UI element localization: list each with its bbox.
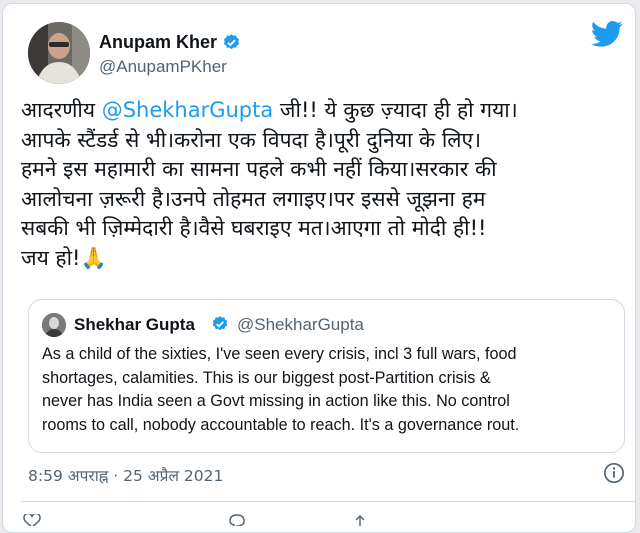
quoted-line: never has India seen a Govt missing in a… [42, 392, 510, 410]
tweet-line: जय हो!🙏 [21, 245, 107, 270]
tweet-timestamp[interactable]: 8:59 अपराह्न · 25 अप्रैल 2021 [28, 464, 223, 486]
tweet-body: आदरणीय @ShekharGupta जी!! ये कुछ ज़्यादा… [21, 96, 625, 273]
quoted-line: shortages, calamities. This is our bigge… [42, 368, 491, 387]
divider [21, 501, 635, 502]
quoted-author-avatar[interactable] [42, 313, 66, 337]
quoted-tweet-text: As a child of the sixties, I've seen eve… [42, 343, 620, 437]
author-avatar[interactable] [28, 22, 90, 84]
tweet-line: हमने इस महामारी का सामना पहले कभी नहीं क… [21, 157, 497, 181]
author-name[interactable]: Anupam Kher [99, 32, 217, 53]
share-icon[interactable] [351, 514, 369, 526]
info-icon[interactable] [603, 462, 625, 484]
mention-link[interactable]: @ShekharGupta [102, 98, 274, 122]
tweet-card: Anupam Kher @AnupamPKher आदरणीय @Shekhar… [2, 3, 636, 533]
reply-icon[interactable] [228, 514, 246, 526]
tweet-line-text: आदरणीय [21, 98, 102, 122]
tweet-line: आलोचना ज़रूरी है।उनपे तोहमत लगाइए।पर इसस… [21, 186, 486, 211]
author-handle[interactable]: @AnupamPKher [99, 57, 227, 77]
quoted-line: rooms to call, nobody accountable to rea… [42, 415, 520, 434]
verified-badge-icon [212, 316, 228, 331]
tweet-line: आदरणीय @ShekharGupta जी!! ये कुछ ज़्यादा… [21, 96, 625, 126]
quoted-author-name[interactable]: Shekhar Gupta [74, 315, 195, 335]
tweet-line: आपके स्टैंडर्ड से भी।करोना एक विपदा है।प… [21, 127, 482, 152]
tweet-line: सबकी भी ज़िम्मेदारी है।वैसे घबराइए मत।आए… [21, 216, 487, 240]
quoted-author-handle[interactable]: @ShekharGupta [237, 315, 364, 335]
twitter-bird-icon[interactable] [591, 20, 623, 48]
like-icon[interactable] [23, 514, 41, 526]
action-bar [23, 512, 583, 526]
author-name-row[interactable]: Anupam Kher [99, 32, 241, 53]
quoted-tweet[interactable]: Shekhar Gupta @ShekharGupta As a child o… [28, 299, 625, 453]
verified-badge-icon [223, 34, 240, 50]
tweet-line-text: जी!! ये कुछ ज़्यादा ही हो गया। [273, 98, 518, 122]
quoted-line: As a child of the sixties, I've seen eve… [42, 345, 517, 363]
